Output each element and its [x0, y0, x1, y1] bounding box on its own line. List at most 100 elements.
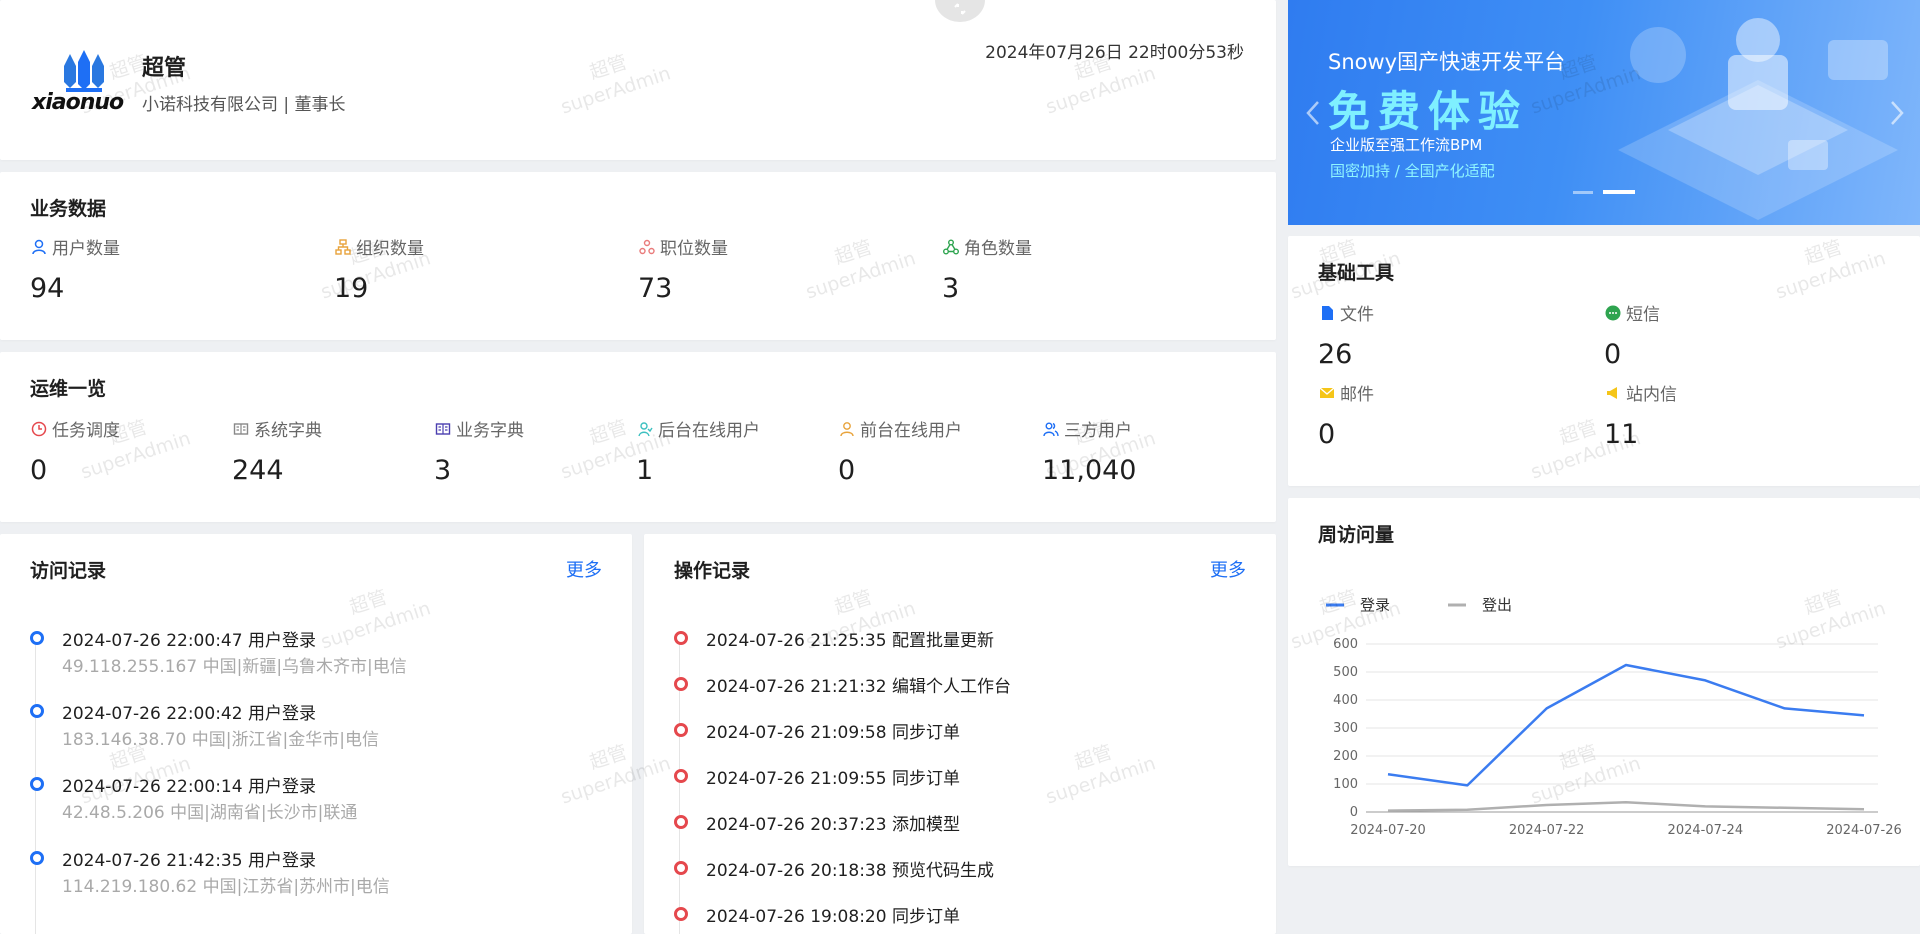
x-tick-label: 2024-07-20 [1350, 823, 1426, 838]
book-icon [232, 420, 250, 438]
stat-value: 0 [1604, 339, 1660, 370]
stat-value: 3 [942, 273, 1032, 304]
stat-roles[interactable]: 角色数量 3 [942, 234, 1032, 304]
visit-log-time-event: 2024-07-26 21:42:35 用户登录 [62, 846, 316, 871]
stat-label: 站内信 [1626, 380, 1677, 405]
carousel-prev-icon[interactable] [1304, 98, 1324, 128]
timeline-dot [674, 815, 688, 829]
series-line-login [1388, 665, 1864, 785]
logo-text: xiaonuo [32, 90, 123, 115]
promo-banner[interactable]: Snowy国产快速开发平台 免费体验 企业版至强工作流BPM 国密加持 / 全国… [1288, 0, 1920, 225]
stat-positions[interactable]: 职位数量 73 [638, 234, 728, 304]
stat-label: 文件 [1340, 300, 1374, 325]
visit-log-title: 访问记录 [30, 556, 106, 583]
y-tick-label: 300 [1333, 721, 1358, 736]
stat-label: 前台在线用户 [860, 416, 962, 441]
org-icon [334, 238, 352, 256]
timeline-dot [30, 777, 44, 791]
tool-sms[interactable]: 短信 0 [1604, 300, 1660, 370]
weekly-visits-chart: 01002003004005006002024-07-202024-07-222… [1288, 498, 1920, 866]
stat-label: 后台在线用户 [658, 416, 760, 441]
stat-label: 邮件 [1340, 380, 1374, 405]
tool-notice[interactable]: 站内信 11 [1604, 380, 1677, 450]
timeline-dot [674, 769, 688, 783]
collapse-handle-icon[interactable] [935, 0, 985, 22]
company-logo: xiaonuo [32, 48, 127, 116]
visit-log-time-event: 2024-07-26 22:00:42 用户登录 [62, 699, 316, 724]
y-tick-label: 500 [1333, 665, 1358, 680]
stat-task-schedule[interactable]: 任务调度 0 [30, 416, 120, 486]
stat-label: 角色数量 [964, 234, 1032, 259]
online-user-icon [636, 420, 654, 438]
stat-third-party[interactable]: 三方用户 11,040 [1042, 416, 1136, 486]
tool-mail[interactable]: 邮件 0 [1318, 380, 1374, 450]
timeline-dot [674, 723, 688, 737]
visit-log-more-link[interactable]: 更多 [566, 556, 602, 582]
clock-icon [30, 420, 48, 438]
visit-log-detail: 114.219.180.62 中国|江苏省|苏州市|电信 [62, 872, 390, 897]
op-log-card: 操作记录 更多 2024-07-26 21:25:35 配置批量更新 2024-… [644, 534, 1276, 934]
stat-value: 0 [838, 455, 962, 486]
stat-label: 任务调度 [52, 416, 120, 441]
banner-line2: 国密加持 / 全国产化适配 [1330, 160, 1495, 181]
stat-sys-dict[interactable]: 系统字典 244 [232, 416, 322, 486]
legend-label: 登出 [1482, 596, 1512, 614]
stat-value: 19 [334, 273, 424, 304]
x-tick-label: 2024-07-26 [1826, 823, 1902, 838]
profile-card: xiaonuo 超管 小诺科技有限公司 | 董事长 2024年07月26日 22… [0, 0, 1276, 160]
op-log-time-event: 2024-07-26 21:21:32 编辑个人工作台 [706, 672, 1011, 697]
op-log-time-event: 2024-07-26 20:37:23 添加模型 [706, 810, 960, 835]
stat-value: 244 [232, 455, 322, 486]
visit-log-time-event: 2024-07-26 22:00:14 用户登录 [62, 772, 316, 797]
stat-value: 0 [30, 455, 120, 486]
third-user-icon [1042, 420, 1060, 438]
stat-value: 26 [1318, 339, 1374, 370]
business-data-card: 业务数据 用户数量 94 组织数量 19 职位数量 73 角色数量 3 [0, 172, 1276, 340]
stat-value: 3 [434, 455, 524, 486]
sms-icon [1604, 304, 1622, 322]
stat-value: 1 [636, 455, 760, 486]
carousel-dot-active[interactable] [1603, 190, 1635, 194]
business-data-title: 业务数据 [30, 194, 106, 221]
y-tick-label: 0 [1350, 805, 1358, 820]
op-log-time-event: 2024-07-26 21:09:55 同步订单 [706, 764, 960, 789]
x-tick-label: 2024-07-22 [1509, 823, 1585, 838]
basic-tools-card: 基础工具 文件 26 短信 0 邮件 0 站内信 11 [1288, 236, 1920, 486]
stat-label: 三方用户 [1064, 416, 1132, 441]
mail-icon [1318, 384, 1336, 402]
role-icon [942, 238, 960, 256]
visit-log-detail: 49.118.255.167 中国|新疆|乌鲁木齐市|电信 [62, 652, 407, 677]
carousel-next-icon[interactable] [1886, 98, 1906, 128]
stat-value: 94 [30, 273, 120, 304]
visit-log-detail: 42.48.5.206 中国|湖南省|长沙市|联通 [62, 798, 357, 823]
stat-orgs[interactable]: 组织数量 19 [334, 234, 424, 304]
org-position: 小诺科技有限公司 | 董事长 [142, 90, 346, 115]
timeline-dot [30, 704, 44, 718]
visit-log-card: 访问记录 更多 2024-07-26 22:00:47 用户登录 49.118.… [0, 534, 632, 934]
timeline-dot [30, 851, 44, 865]
front-user-icon [838, 420, 856, 438]
stat-biz-dict[interactable]: 业务字典 3 [434, 416, 524, 486]
timeline-dot [30, 631, 44, 645]
stat-frontend-online[interactable]: 前台在线用户 0 [838, 416, 962, 486]
y-tick-label: 200 [1333, 749, 1358, 764]
series-line-logout [1388, 802, 1864, 810]
y-tick-label: 600 [1333, 637, 1358, 652]
legend-label: 登录 [1360, 596, 1390, 614]
tool-file[interactable]: 文件 26 [1318, 300, 1374, 370]
stat-label: 系统字典 [254, 416, 322, 441]
stat-value: 0 [1318, 419, 1374, 450]
y-tick-label: 100 [1333, 777, 1358, 792]
user-name: 超管 [142, 50, 186, 82]
position-icon [638, 238, 656, 256]
stat-label: 业务字典 [456, 416, 524, 441]
timeline-dot [674, 631, 688, 645]
stat-label: 组织数量 [356, 234, 424, 259]
carousel-dot[interactable] [1573, 191, 1593, 194]
op-log-more-link[interactable]: 更多 [1210, 556, 1246, 582]
banner-big-text: 免费体验 [1328, 78, 1528, 139]
stat-users[interactable]: 用户数量 94 [30, 234, 120, 304]
basic-tools-title: 基础工具 [1318, 258, 1394, 285]
timeline-dot [674, 907, 688, 921]
stat-backend-online[interactable]: 后台在线用户 1 [636, 416, 760, 486]
